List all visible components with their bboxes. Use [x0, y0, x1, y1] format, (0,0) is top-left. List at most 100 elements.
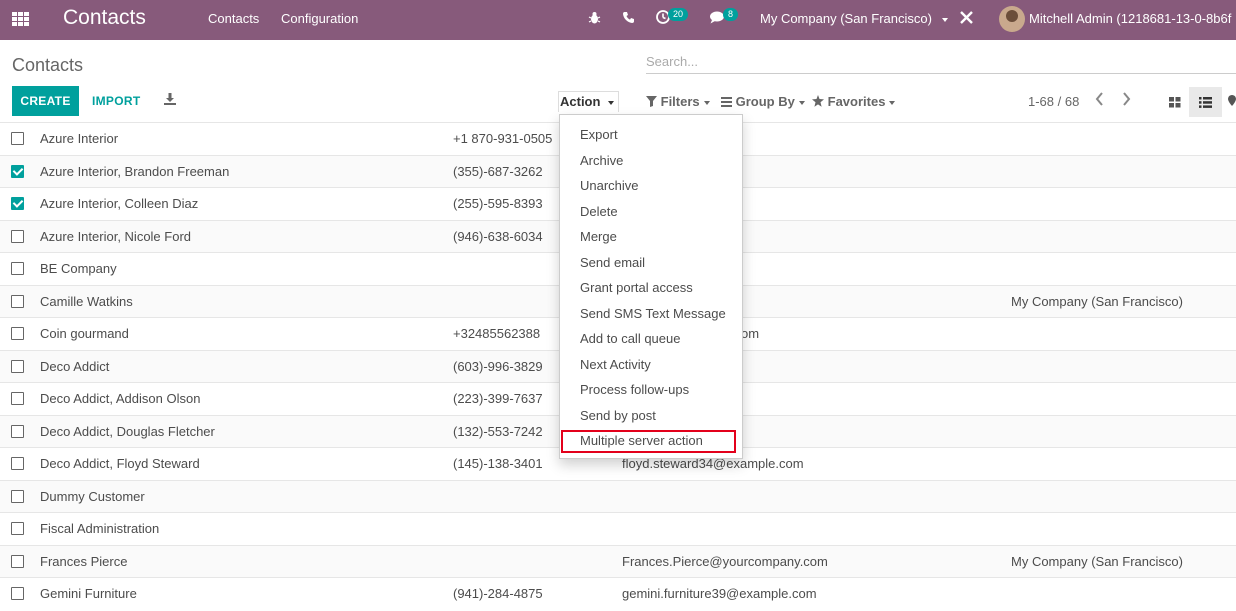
apps-menu-icon[interactable]: [12, 12, 29, 26]
bug-icon[interactable]: [588, 11, 601, 28]
chevron-down-icon: [941, 17, 948, 22]
table-row[interactable]: Frances Pierce Frances.Pierce@yourcompany…: [0, 544, 1236, 577]
table-row[interactable]: Dummy Customer: [0, 479, 1236, 512]
action-menu-item-send-sms-text-message[interactable]: Send SMS Text Message: [580, 306, 726, 321]
company-name: My Company (San Francisco): [760, 11, 932, 26]
company-switcher[interactable]: My Company (San Francisco): [760, 11, 948, 26]
table-row[interactable]: Fiscal Administration: [0, 512, 1236, 545]
row-checkbox[interactable]: [11, 457, 24, 470]
cell-name: Deco Addict, Floyd Steward: [40, 456, 200, 471]
search-bar: [646, 50, 1236, 74]
cell-name: Azure Interior: [40, 131, 119, 146]
cell-name: Dummy Customer: [40, 488, 145, 504]
kanban-view-button[interactable]: [1162, 88, 1188, 116]
cell-email: Frances.Pierce@yourcompany.com: [622, 553, 828, 569]
action-menu-item-send-by-post[interactable]: Send by post: [580, 408, 656, 423]
menu-configuration[interactable]: Configuration: [281, 11, 358, 26]
user-menu[interactable]: Mitchell Admin (1218681-13-0-8b6f: [1029, 11, 1231, 26]
message-count-badge: 8: [723, 8, 739, 21]
cell-name: Frances Pierce: [40, 553, 128, 569]
list-view-button[interactable]: [1189, 87, 1222, 117]
cell-name: Camille Watkins: [40, 293, 133, 309]
top-navbar: Contacts Contacts Configuration 20 8 My …: [0, 0, 1236, 40]
row-checkbox[interactable]: [11, 197, 24, 210]
chevron-down-icon: [703, 100, 710, 105]
action-dropdown-toggle[interactable]: Action: [558, 91, 620, 112]
cell-name: BE Company: [40, 261, 117, 276]
map-view-button[interactable]: [1228, 94, 1236, 109]
action-menu-item-grant-portal-access[interactable]: Grant portal access: [580, 280, 693, 295]
download-icon[interactable]: [164, 93, 176, 105]
row-checkbox[interactable]: [11, 587, 24, 600]
row-checkbox[interactable]: [11, 294, 24, 308]
cell-name: Deco Addict, Addison Olson: [40, 391, 201, 406]
map-marker-icon: [1228, 95, 1236, 106]
kanban-icon: [1169, 96, 1181, 107]
activity-count-badge: 20: [668, 8, 689, 21]
cell-name: Deco Addict: [40, 358, 110, 374]
row-checkbox[interactable]: [11, 327, 24, 340]
cell-phone: (132)-553-7242: [453, 423, 543, 439]
chevron-down-icon: [608, 100, 615, 105]
tools-icon[interactable]: [959, 10, 974, 28]
pager-value[interactable]: 1-68 / 68: [1028, 94, 1079, 109]
action-menu-item-export[interactable]: Export: [580, 127, 618, 142]
chevron-right-icon[interactable]: [1122, 92, 1131, 111]
favorites-label: Favorites: [827, 94, 886, 109]
import-button[interactable]: IMPORT: [92, 94, 140, 108]
group-by-button[interactable]: Group By: [721, 94, 805, 109]
filters-button[interactable]: Filters: [646, 94, 710, 109]
cell-name: Azure Interior, Nicole Ford: [40, 228, 192, 244]
row-checkbox[interactable]: [11, 522, 24, 535]
row-checkbox[interactable]: [11, 554, 24, 568]
cell-name: Coin gourmand: [40, 326, 129, 341]
row-checkbox[interactable]: [11, 229, 24, 243]
cell-company: My Company (San Francisco): [1011, 293, 1183, 309]
highlight-annotation-box: [561, 430, 736, 453]
row-checkbox[interactable]: [11, 424, 24, 438]
filters-label: Filters: [660, 94, 700, 109]
phone-icon[interactable]: [622, 11, 635, 27]
action-menu-item-merge[interactable]: Merge: [580, 229, 617, 244]
row-checkbox[interactable]: [11, 262, 24, 275]
action-label: Action: [560, 94, 601, 109]
cell-name: Azure Interior, Brandon Freeman: [40, 163, 230, 179]
action-dropdown-menu: Export Archive Unarchive Delete Merge Send em…: [559, 114, 743, 459]
cell-name: Gemini Furniture: [40, 586, 137, 601]
list-icon: [1199, 96, 1212, 108]
action-menu-item-add-to-call-queue[interactable]: Add to call queue: [580, 331, 680, 346]
cell-phone: +1 870-931-0505: [453, 131, 553, 146]
table-row[interactable]: Gemini Furniture (941)-284-4875 gemini.fur…: [0, 577, 1236, 610]
chevron-down-icon: [798, 100, 805, 105]
action-menu-item-next-activity[interactable]: Next Activity: [580, 357, 651, 372]
app-brand[interactable]: Contacts: [63, 6, 146, 30]
group-by-label: Group By: [735, 94, 795, 109]
cell-name: Azure Interior, Colleen Diaz: [40, 196, 199, 211]
search-input[interactable]: [646, 50, 1236, 72]
cell-phone: (223)-399-7637: [453, 391, 543, 406]
cell-phone: (145)-138-3401: [453, 456, 543, 471]
action-menu-item-process-follow-ups[interactable]: Process follow-ups: [580, 382, 689, 397]
favorites-button[interactable]: Favorites: [812, 94, 896, 109]
row-checkbox[interactable]: [11, 164, 24, 178]
chevron-left-icon[interactable]: [1095, 92, 1104, 111]
row-checkbox[interactable]: [11, 392, 24, 405]
row-checkbox[interactable]: [11, 132, 24, 145]
star-icon: [812, 95, 824, 107]
row-checkbox[interactable]: [11, 489, 24, 503]
menu-contacts[interactable]: Contacts: [208, 11, 259, 26]
action-menu-item-archive[interactable]: Archive: [580, 153, 623, 168]
cell-phone: (946)-638-6034: [453, 228, 543, 244]
page-title: Contacts: [12, 55, 84, 75]
chevron-down-icon: [889, 100, 896, 105]
bars-icon: [721, 97, 732, 107]
cell-company: My Company (San Francisco): [1011, 553, 1183, 569]
action-menu-item-unarchive[interactable]: Unarchive: [580, 178, 639, 193]
action-menu-item-delete[interactable]: Delete: [580, 204, 618, 219]
cell-email: gemini.furniture39@example.com: [622, 586, 817, 601]
create-button[interactable]: CREATE: [12, 86, 79, 116]
user-avatar[interactable]: [999, 6, 1025, 32]
action-menu-item-send-email[interactable]: Send email: [580, 255, 645, 270]
cell-phone: (941)-284-4875: [453, 586, 543, 601]
row-checkbox[interactable]: [11, 359, 24, 373]
